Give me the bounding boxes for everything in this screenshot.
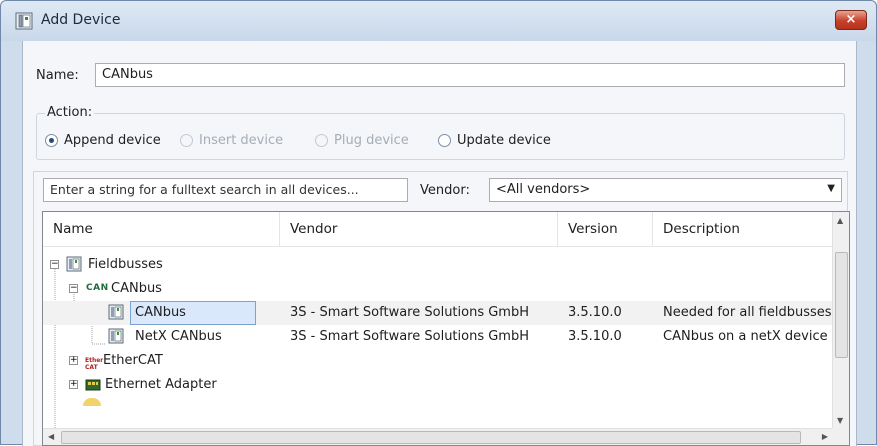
- device-icon: [108, 328, 124, 344]
- plug-device-label: Plug device: [334, 133, 409, 148]
- device-icon: [15, 12, 33, 30]
- device-tree-table[interactable]: Name Vendor Version Description − Fieldb…: [42, 211, 850, 446]
- vendor-dropdown[interactable]: <All vendors> ▼: [489, 178, 842, 202]
- table-row-selected[interactable]: CANbus 3S - Smart Software Solutions Gmb…: [43, 301, 833, 325]
- radio-icon: [438, 134, 451, 147]
- column-header-version[interactable]: Version: [558, 212, 653, 247]
- append-device-label: Append device: [64, 133, 161, 148]
- expand-icon[interactable]: +: [69, 356, 78, 365]
- plug-device-radio[interactable]: Plug device: [315, 133, 409, 148]
- column-header-vendor[interactable]: Vendor: [280, 212, 558, 247]
- ethernet-adapter-icon: [85, 379, 101, 391]
- row-description: CANbus on a netX device: [663, 329, 828, 344]
- name-label: Name:: [36, 68, 79, 83]
- row-vendor: 3S - Smart Software Solutions GmbH: [290, 305, 530, 320]
- append-device-radio[interactable]: Append device: [45, 133, 161, 148]
- device-icon: [108, 304, 124, 320]
- row-name: CANbus: [111, 281, 162, 296]
- scroll-up-icon[interactable]: ▲: [837, 216, 843, 225]
- insert-device-radio[interactable]: Insert device: [180, 133, 283, 148]
- column-header-description[interactable]: Description: [653, 212, 833, 247]
- close-button[interactable]: ×: [835, 10, 867, 30]
- fulltext-search-input[interactable]: Enter a string for a fulltext search in …: [43, 178, 408, 202]
- name-input[interactable]: CANbus: [95, 63, 845, 87]
- row-version: 3.5.10.0: [568, 329, 622, 344]
- scroll-down-icon[interactable]: ▼: [837, 416, 843, 425]
- table-row[interactable]: − CAN CANbus: [43, 277, 833, 301]
- table-row[interactable]: − Fieldbusses: [43, 253, 833, 277]
- row-name: CANbus: [135, 305, 186, 320]
- scroll-right-icon[interactable]: ▶: [822, 432, 828, 441]
- collapse-icon[interactable]: −: [50, 260, 59, 269]
- title-bar[interactable]: Add Device ×: [1, 1, 876, 41]
- vendor-selected-value: <All vendors>: [496, 182, 591, 197]
- next-item-icon: [83, 398, 101, 406]
- chevron-down-icon: ▼: [827, 183, 835, 194]
- ethercat-logo-icon: Ether CAT: [85, 357, 104, 371]
- row-name: Ethernet Adapter: [105, 377, 217, 392]
- row-vendor: 3S - Smart Software Solutions GmbH: [290, 329, 530, 344]
- horizontal-scroll-thumb[interactable]: [61, 431, 801, 444]
- radio-checked-icon: [45, 134, 58, 147]
- vertical-scrollbar[interactable]: ▲ ▼: [832, 212, 849, 429]
- window-title: Add Device: [41, 12, 121, 28]
- table-row[interactable]: + Ethernet Adapter: [43, 373, 833, 397]
- scroll-corner: [832, 428, 849, 445]
- scroll-left-icon[interactable]: ◀: [48, 432, 54, 441]
- row-name: Fieldbusses: [88, 257, 163, 272]
- radio-icon: [180, 134, 193, 147]
- table-header: Name Vendor Version Description: [43, 212, 833, 247]
- table-row[interactable]: + Ether CAT EtherCAT: [43, 349, 833, 373]
- row-name: NetX CANbus: [135, 329, 222, 344]
- row-version: 3.5.10.0: [568, 305, 622, 320]
- vertical-scroll-thumb[interactable]: [835, 252, 848, 358]
- row-name: EtherCAT: [103, 353, 163, 368]
- table-row[interactable]: NetX CANbus 3S - Smart Software Solution…: [43, 325, 833, 349]
- update-device-radio[interactable]: Update device: [438, 133, 551, 148]
- radio-icon: [315, 134, 328, 147]
- collapse-icon[interactable]: −: [69, 284, 78, 293]
- insert-device-label: Insert device: [199, 133, 284, 148]
- can-logo-icon: CAN: [86, 283, 109, 293]
- device-icon: [66, 256, 82, 272]
- column-header-name[interactable]: Name: [43, 212, 280, 247]
- vendor-label: Vendor:: [420, 183, 470, 198]
- row-description: Needed for all fieldbusses: [663, 305, 832, 320]
- action-label: Action:: [45, 105, 95, 120]
- update-device-label: Update device: [457, 133, 551, 148]
- horizontal-scrollbar[interactable]: ◀ ▶: [43, 428, 833, 445]
- add-device-window: Add Device × Name: CANbus Action: Append…: [0, 0, 877, 446]
- expand-icon[interactable]: +: [69, 380, 78, 389]
